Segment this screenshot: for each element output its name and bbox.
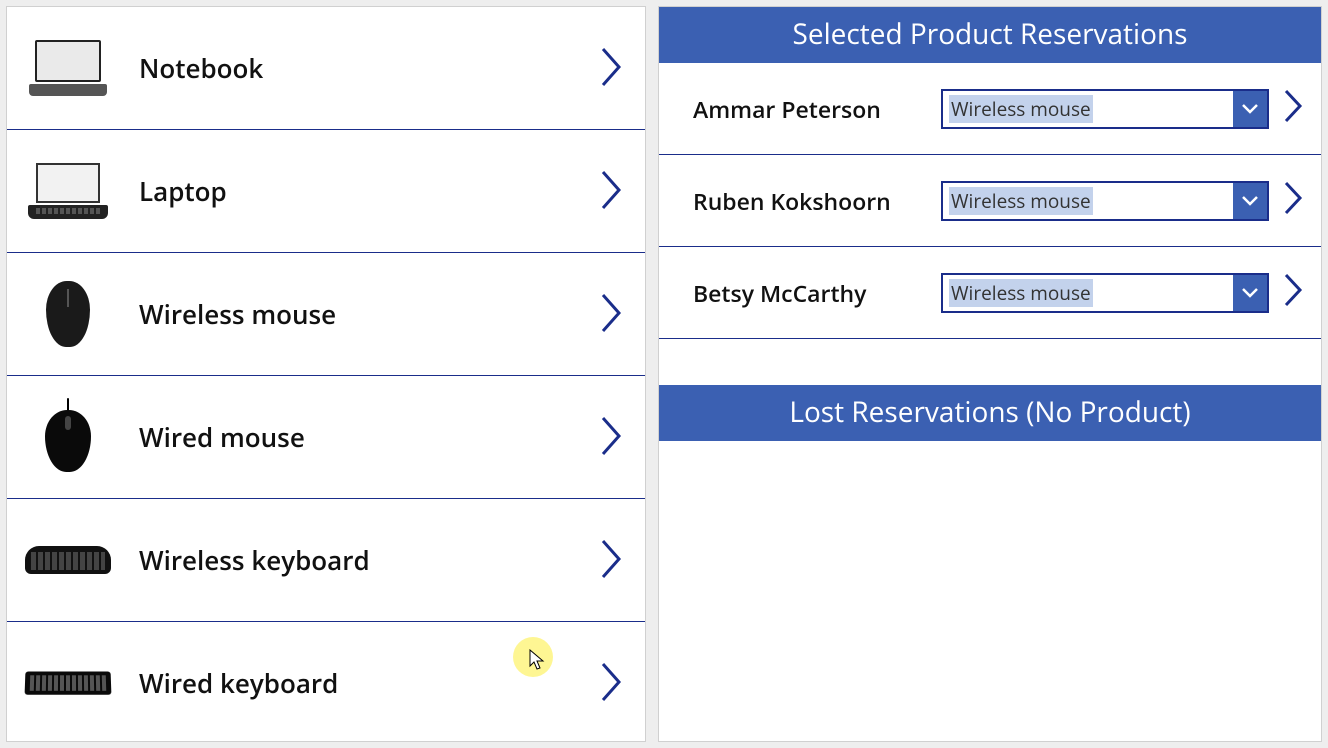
chevron-right-icon xyxy=(599,291,629,337)
chevron-down-icon xyxy=(1233,275,1267,311)
product-label: Wired mouse xyxy=(111,419,599,455)
product-select[interactable]: Wireless mouse xyxy=(941,181,1269,221)
product-select-wrap: Wireless mouse xyxy=(941,88,1309,129)
product-row-wireless-keyboard[interactable]: Wireless keyboard xyxy=(7,499,645,622)
product-row-wireless-mouse[interactable]: Wireless mouse xyxy=(7,253,645,376)
product-list-panel[interactable]: Notebook Laptop Wireless mouse xyxy=(6,6,646,742)
product-select-value: Wireless mouse xyxy=(943,183,1233,219)
product-label: Wireless mouse xyxy=(111,296,599,332)
lost-reservations-header: Lost Reservations (No Product) xyxy=(659,385,1321,441)
chevron-right-icon[interactable] xyxy=(1283,180,1309,221)
chevron-right-icon xyxy=(599,168,629,214)
chevron-down-icon xyxy=(1233,91,1267,127)
chevron-right-icon[interactable] xyxy=(1283,88,1309,129)
product-select[interactable]: Wireless mouse xyxy=(941,89,1269,129)
product-label: Notebook xyxy=(111,50,599,86)
product-select-wrap: Wireless mouse xyxy=(941,272,1309,313)
product-row-notebook[interactable]: Notebook xyxy=(7,7,645,130)
reservation-customer-name: Betsy McCarthy xyxy=(693,277,941,309)
reservations-panel: Selected Product Reservations Ammar Pete… xyxy=(658,6,1322,742)
chevron-down-icon xyxy=(1233,183,1267,219)
wired-mouse-icon xyxy=(25,394,111,480)
chevron-right-icon xyxy=(599,660,629,706)
laptop-icon xyxy=(25,148,111,234)
reservation-row: Betsy McCarthy Wireless mouse xyxy=(659,247,1321,339)
product-label: Wired keyboard xyxy=(111,665,599,701)
reservation-row: Ruben Kokshoorn Wireless mouse xyxy=(659,155,1321,247)
selected-reservations-header: Selected Product Reservations xyxy=(659,7,1321,63)
reservation-row: Ammar Peterson Wireless mouse xyxy=(659,63,1321,155)
wireless-keyboard-icon xyxy=(25,517,111,603)
chevron-right-icon[interactable] xyxy=(1283,272,1309,313)
chevron-right-icon xyxy=(599,45,629,91)
product-label: Wireless keyboard xyxy=(111,542,599,578)
notebook-icon xyxy=(25,25,111,111)
app-root: Notebook Laptop Wireless mouse xyxy=(0,0,1328,748)
reservation-customer-name: Ammar Peterson xyxy=(693,93,941,125)
wired-keyboard-icon xyxy=(25,640,111,726)
wireless-mouse-icon xyxy=(25,271,111,357)
chevron-right-icon xyxy=(599,537,629,583)
product-select-wrap: Wireless mouse xyxy=(941,180,1309,221)
product-select-value: Wireless mouse xyxy=(943,91,1233,127)
product-label: Laptop xyxy=(111,173,599,209)
product-select[interactable]: Wireless mouse xyxy=(941,273,1269,313)
product-select-value: Wireless mouse xyxy=(943,275,1233,311)
product-row-wired-keyboard[interactable]: Wired keyboard xyxy=(7,622,645,742)
product-row-laptop[interactable]: Laptop xyxy=(7,130,645,253)
product-row-wired-mouse[interactable]: Wired mouse xyxy=(7,376,645,499)
reservation-customer-name: Ruben Kokshoorn xyxy=(693,185,941,217)
chevron-right-icon xyxy=(599,414,629,460)
